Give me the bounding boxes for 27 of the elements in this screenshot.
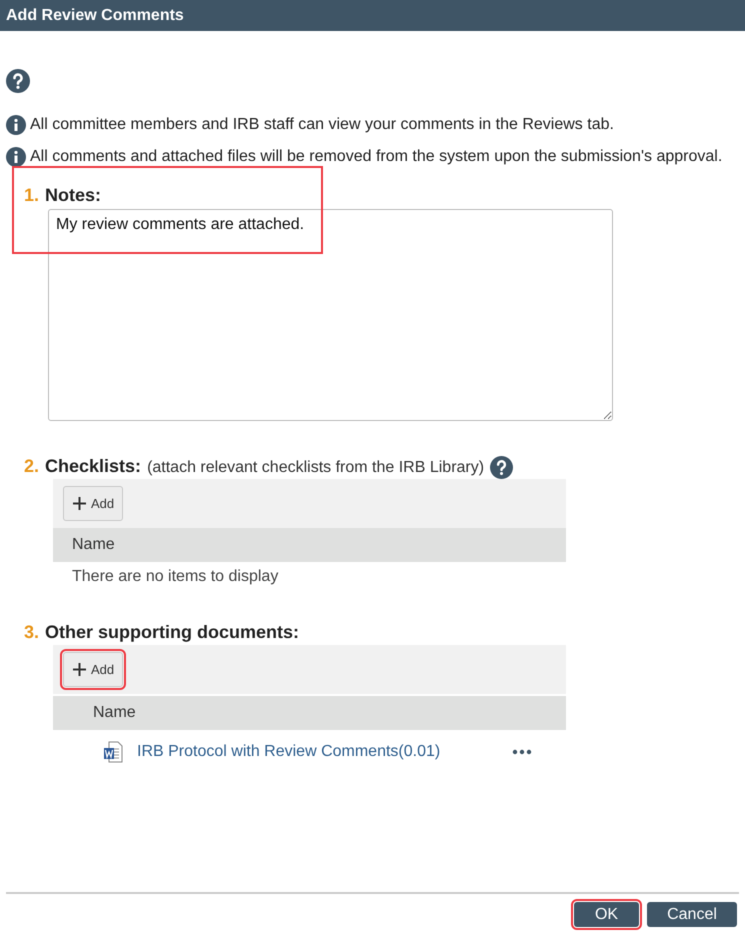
- ok-button[interactable]: OK: [574, 902, 639, 927]
- add-button[interactable]: Add: [63, 486, 124, 521]
- column-header: Name: [53, 528, 566, 562]
- plus-icon: [72, 496, 87, 511]
- help-icon[interactable]: [490, 456, 514, 479]
- documents-label: Other supporting documents:: [45, 622, 300, 643]
- document-link[interactable]: IRB Protocol with Review Comments(0.01): [137, 743, 440, 761]
- window-title: Add Review Comments: [0, 0, 745, 31]
- info-icon: [6, 115, 26, 135]
- help-icon[interactable]: [6, 69, 30, 93]
- checklists-label: Checklists:: [45, 456, 142, 477]
- more-options-icon[interactable]: [512, 749, 532, 755]
- notes-label: Notes:: [45, 185, 102, 206]
- empty-message: There are no items to display: [71, 567, 280, 586]
- column-header: Name: [53, 694, 566, 730]
- cancel-button[interactable]: Cancel: [647, 902, 737, 927]
- word-document-icon: [103, 741, 123, 763]
- info-icon: [6, 147, 26, 167]
- step-number: 1.: [24, 185, 40, 206]
- step-number: 3.: [24, 622, 40, 643]
- info-text: All comments and attached files will be removed from the system upon the submission's approval.: [30, 148, 722, 166]
- notes-field[interactable]: My review comments are attached.: [48, 209, 613, 421]
- step-number: 2.: [24, 456, 40, 477]
- checklists-hint: (attach relevant checklists from the IRB Library): [147, 459, 484, 477]
- info-text: All committee members and IRB staff can view your comments in the Reviews tab.: [30, 116, 614, 134]
- plus-icon: [72, 662, 87, 677]
- add-button[interactable]: Add: [63, 652, 124, 687]
